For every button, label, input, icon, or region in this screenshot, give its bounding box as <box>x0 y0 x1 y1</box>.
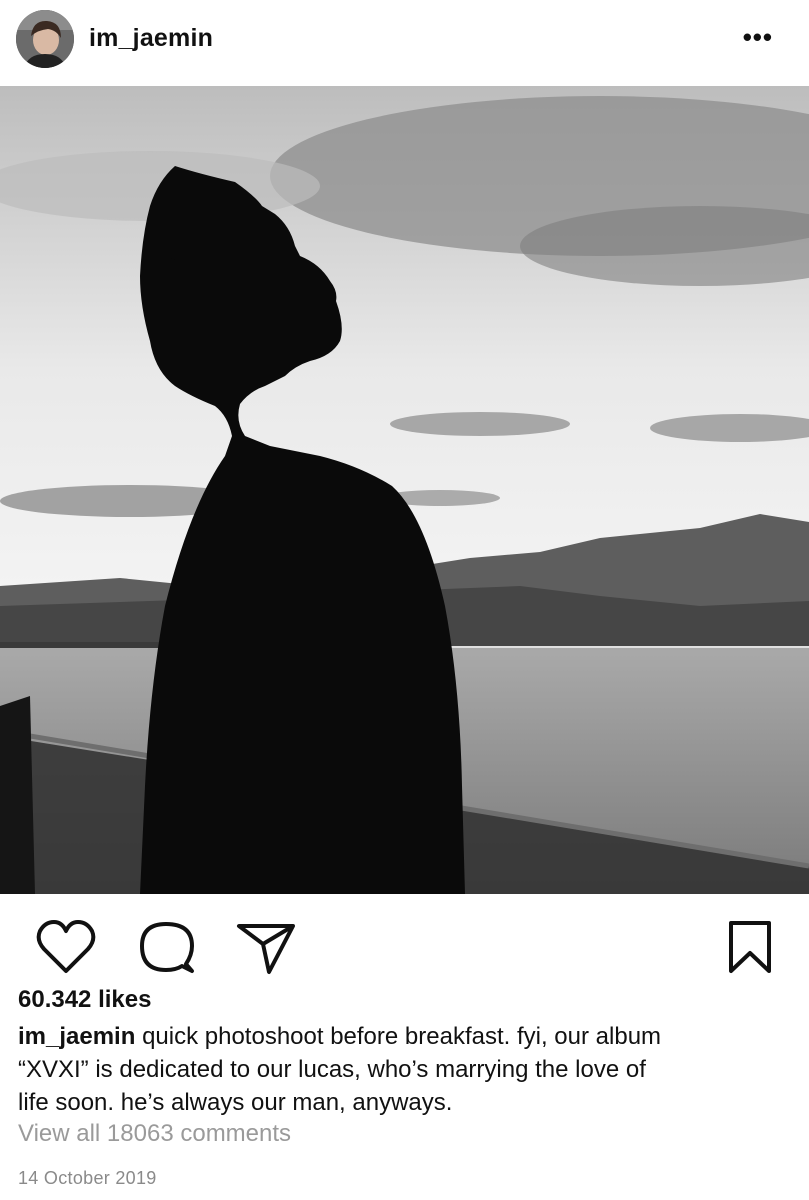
paper-plane-icon <box>237 924 295 974</box>
like-button[interactable] <box>34 915 98 979</box>
share-button[interactable] <box>234 915 298 979</box>
likes-count[interactable]: 60.342 likes <box>18 986 151 1014</box>
caption-username[interactable]: im_jaemin <box>18 1023 135 1050</box>
silhouette-photo <box>0 86 809 894</box>
post-header: im_jaemin ••• <box>0 0 809 84</box>
view-comments-link[interactable]: View all 18063 comments <box>18 1120 291 1148</box>
caption-line-2: “XVXI” is dedicated to our lucas, who’s … <box>18 1056 646 1083</box>
post-caption: im_jaemin quick photoshoot before breakf… <box>18 1020 798 1119</box>
comment-button[interactable] <box>134 915 198 979</box>
caption-line-1: quick photoshoot before breakfast. fyi, … <box>142 1023 662 1050</box>
bookmark-icon <box>729 921 771 973</box>
avatar-image <box>16 10 74 68</box>
caption-line-3: life soon. he’s always our man, anyways. <box>18 1089 453 1116</box>
header-username[interactable]: im_jaemin <box>89 24 213 53</box>
comment-bubble-icon <box>140 922 194 973</box>
save-button[interactable] <box>718 915 782 979</box>
post-photo[interactable] <box>0 86 809 894</box>
more-options-icon[interactable]: ••• <box>743 22 773 53</box>
heart-icon <box>36 920 96 973</box>
post-date: 14 October 2019 <box>18 1168 157 1188</box>
post-actions <box>0 905 809 985</box>
avatar[interactable] <box>16 10 74 68</box>
